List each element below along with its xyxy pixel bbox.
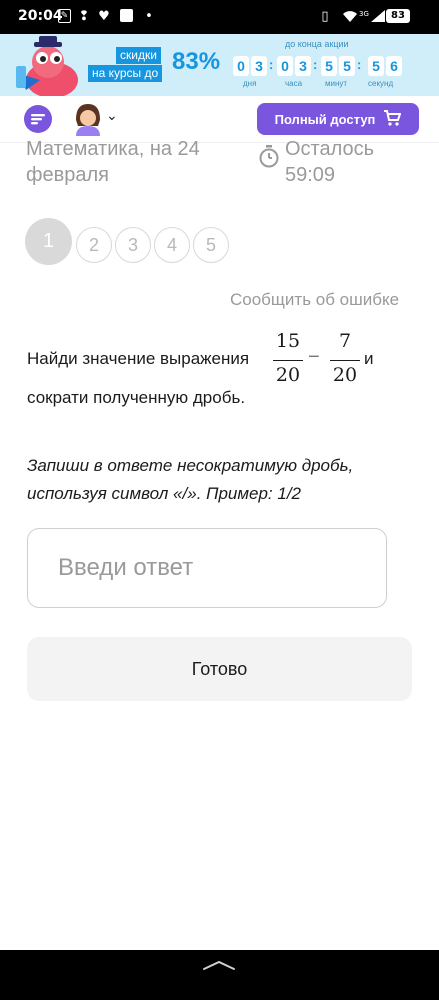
- countdown-unit-hours: часа: [285, 79, 303, 88]
- step-5[interactable]: 5: [193, 227, 229, 263]
- more-notifications-icon: •: [145, 8, 153, 24]
- full-access-button[interactable]: Полный доступ: [257, 103, 419, 135]
- app-notification-icon: [120, 9, 133, 22]
- hint-line2: используя символ «/». Пример: 1/2: [27, 484, 302, 503]
- countdown-minutes-digit: 5: [339, 56, 355, 76]
- status-time: 20:04: [18, 8, 63, 24]
- countdown-minutes-digit: 5: [321, 56, 337, 76]
- chevron-down-icon[interactable]: ⌄: [106, 108, 118, 124]
- avatar[interactable]: [72, 102, 104, 136]
- subject-line1: Математика, на 24: [26, 138, 200, 160]
- promo-percent: 83%: [172, 48, 221, 75]
- countdown-hours-digit: 3: [295, 56, 311, 76]
- fraction-2-denominator: 20: [332, 364, 358, 386]
- report-error-link[interactable]: Сообщить об ошибке: [230, 290, 399, 310]
- fraction-2-bar: [330, 360, 360, 361]
- task-prefix: Найди значение выражения: [27, 349, 250, 368]
- battery-level: 83: [386, 9, 410, 23]
- step-3[interactable]: 3: [115, 227, 151, 263]
- timer-label: Осталось: [285, 138, 375, 160]
- countdown-unit-minutes: минут: [325, 79, 348, 88]
- step-1[interactable]: 1: [25, 218, 72, 265]
- timer-value: 59:09: [285, 164, 336, 186]
- step-2[interactable]: 2: [76, 227, 112, 263]
- countdown-unit-seconds: секунд: [368, 79, 394, 88]
- step-4[interactable]: 4: [154, 227, 190, 263]
- task-line2: сократи полученную дробь.: [27, 388, 246, 407]
- chat-icon[interactable]: [24, 105, 52, 133]
- fraction-1-bar: [273, 360, 303, 361]
- subject-line2: февраля: [26, 164, 109, 186]
- network-type: 3G: [359, 10, 369, 18]
- notification-icon: ❢: [78, 8, 90, 24]
- minus-operator: −: [308, 346, 320, 368]
- status-bar: 20:04 ✎ ❢ ♥ • ▯ 3G 83: [0, 0, 439, 34]
- fraction-1-denominator: 20: [275, 364, 301, 386]
- done-button[interactable]: Готово: [27, 637, 412, 701]
- promo-line1: скидки: [116, 47, 161, 64]
- stopwatch-icon: [258, 144, 280, 168]
- countdown-separator: :: [313, 57, 318, 72]
- countdown-separator: :: [357, 57, 362, 72]
- answer-input[interactable]: [27, 528, 387, 608]
- swipe-up-handle-icon[interactable]: [202, 956, 236, 970]
- nfc-icon: ✎: [58, 9, 71, 23]
- promo-caption: до конца акции: [285, 39, 349, 49]
- countdown-seconds-digit: 6: [386, 56, 402, 76]
- task-suffix: и: [364, 349, 374, 368]
- fraction-2-numerator: 7: [338, 330, 352, 352]
- hint-line1: Запиши в ответе несократимую дробь,: [27, 456, 354, 475]
- full-access-label: Полный доступ: [274, 111, 376, 127]
- countdown-separator: :: [269, 57, 274, 72]
- vibrate-icon: ▯: [321, 8, 329, 24]
- signal-icon: [371, 8, 385, 24]
- fraction-1-numerator: 15: [275, 330, 301, 352]
- dragon-mascot-icon: [16, 36, 78, 96]
- promo-line2: на курсы до: [88, 65, 163, 82]
- countdown-seconds-digit: 5: [368, 56, 384, 76]
- answer-hint: Запиши в ответе несократимую дробь, испо…: [27, 452, 407, 508]
- countdown-days-digit: 3: [251, 56, 267, 76]
- heart-icon: ♥: [98, 8, 110, 24]
- cart-icon: [383, 109, 402, 129]
- countdown-hours-digit: 0: [277, 56, 293, 76]
- countdown-days-digit: 0: [233, 56, 249, 76]
- countdown-unit-days: дня: [243, 79, 257, 88]
- wifi-icon: [342, 8, 358, 24]
